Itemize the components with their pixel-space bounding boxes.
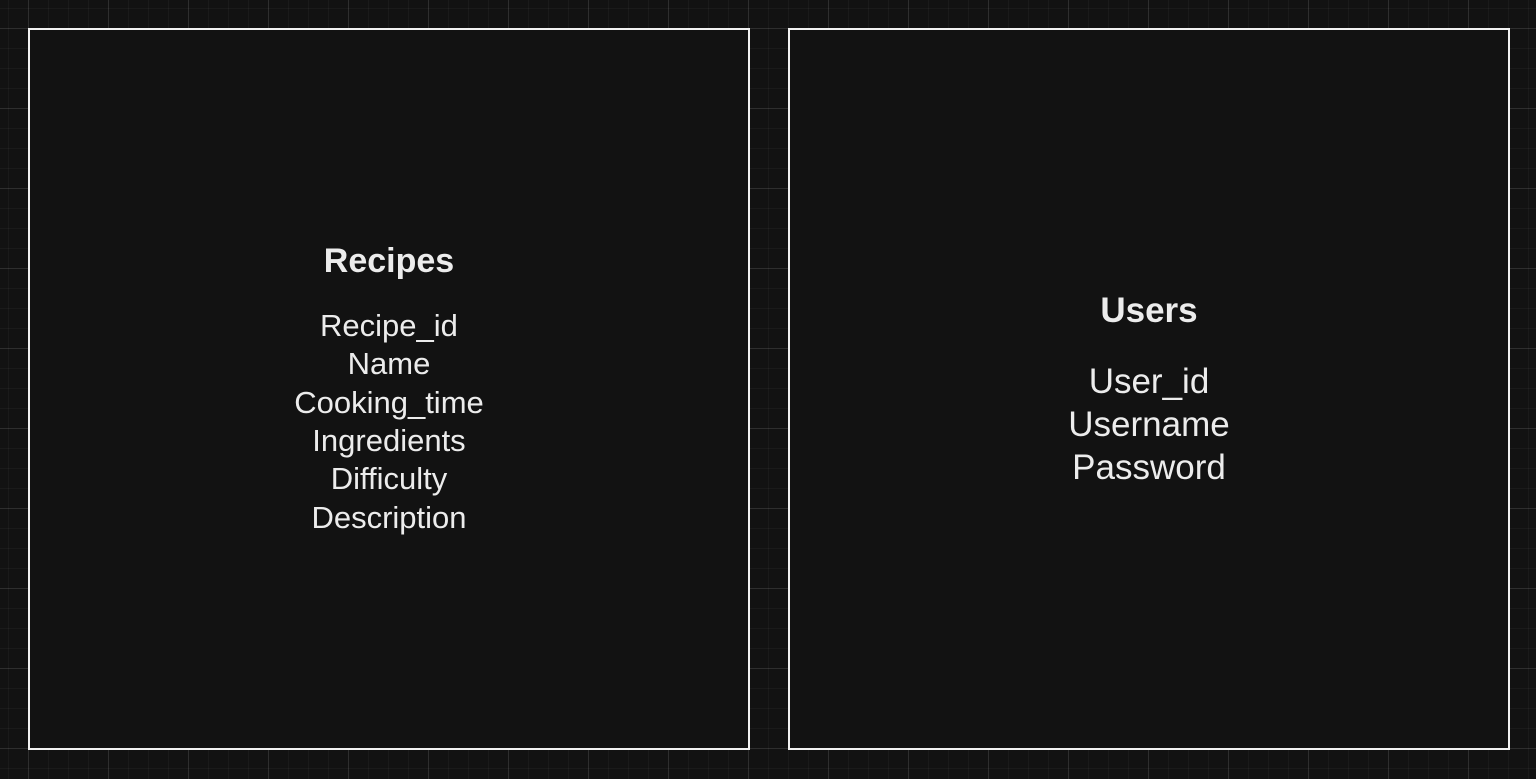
diagram-canvas: Recipes Recipe_id Name Cooking_time Ingr… [0, 0, 1536, 779]
users-entity-title: Users [1100, 290, 1198, 330]
attribute-difficulty: Difficulty [330, 461, 448, 497]
attribute-username: Username [1068, 404, 1230, 444]
users-entity-box[interactable]: Users User_id Username Password [788, 28, 1510, 750]
attribute-cooking-time: Cooking_time [294, 384, 484, 420]
attribute-recipe-id: Recipe_id [320, 307, 458, 343]
attribute-ingredients: Ingredients [312, 423, 466, 458]
attribute-name: Name [347, 346, 431, 382]
attribute-password: Password [1072, 447, 1226, 487]
attribute-user-id: User_id [1088, 361, 1210, 401]
recipes-entity-title: Recipes [323, 241, 455, 280]
attribute-description: Description [311, 499, 467, 535]
recipes-attribute-list: Recipe_id Name Cooking_time Ingredients … [294, 307, 484, 537]
recipes-entity-box[interactable]: Recipes Recipe_id Name Cooking_time Ingr… [28, 28, 750, 750]
users-attribute-list: User_id Username Password [1068, 360, 1229, 489]
